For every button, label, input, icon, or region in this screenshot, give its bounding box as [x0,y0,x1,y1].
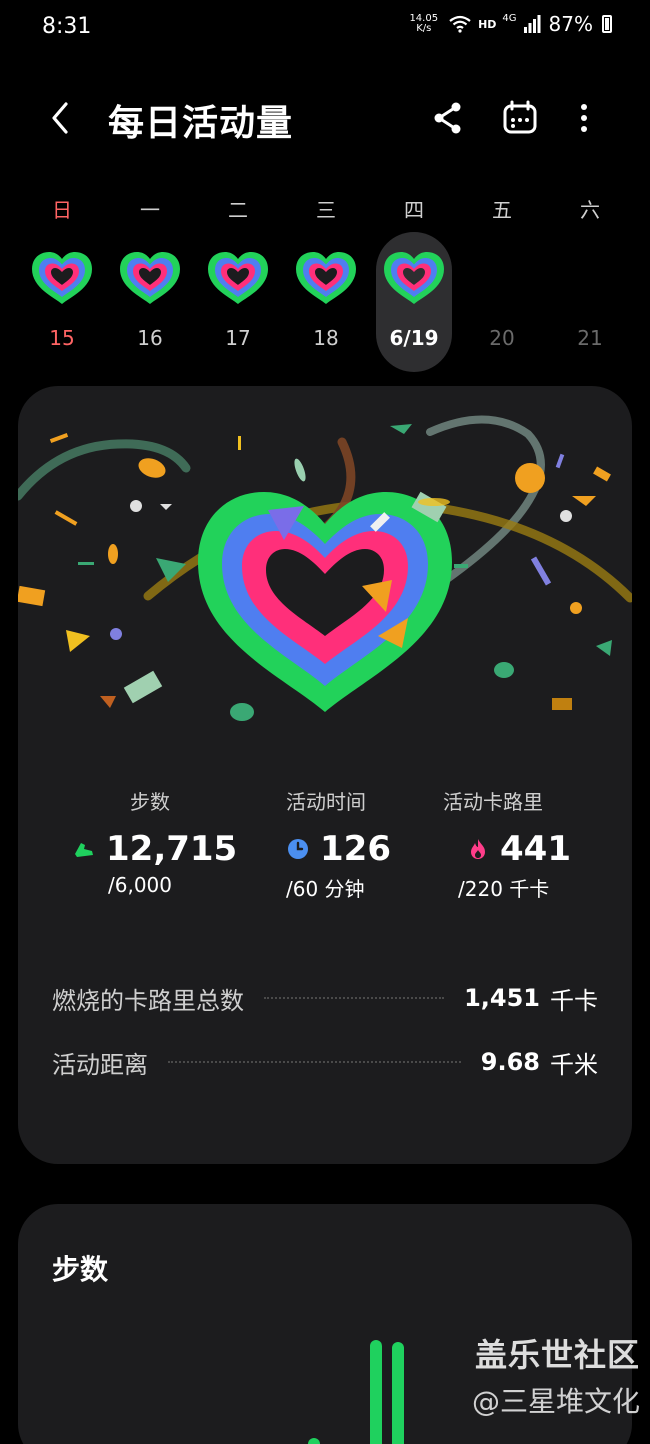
day-wednesday[interactable]: 三 18 [284,186,368,372]
active-time-goal: /60 分钟 [286,877,365,901]
day-number: 16 [137,326,163,350]
more-icon [581,104,587,132]
activity-card: 步数 12,715 /6,000 活动时间 126 /60 分钟 活动卡路里 4… [18,386,632,1164]
weekday-label: 五 [492,198,512,222]
steps-bar [370,1340,382,1444]
weekday-label: 三 [316,198,336,222]
day-tuesday[interactable]: 二 17 [196,186,280,372]
hd-badge: HD [478,17,497,31]
active-calories-goal: /220 千卡 [458,877,550,901]
flame-icon [471,839,485,859]
total-calories-unit: 千卡 [550,986,598,1015]
active-calories-value: 441 [500,829,571,869]
network-type: 4G [502,12,517,24]
distance-row: 活动距离 9.68 千米 [52,1042,598,1082]
app-header: 每日活动量 [0,80,650,160]
back-icon [52,102,68,134]
steps-goal: /6,000 [108,873,172,897]
clock-icon [288,839,308,859]
distance-value: 9.68 [480,1048,540,1076]
status-time: 8:31 [42,14,92,39]
activity-metrics: 步数 12,715 /6,000 活动时间 126 /60 分钟 活动卡路里 4… [18,786,632,926]
battery-percent: 87% [548,12,593,36]
day-number: 21 [577,326,603,350]
day-number: 6/19 [389,326,439,350]
watermark-line1: 盖乐世社区 [474,1336,640,1374]
heart-icon [208,252,268,304]
celebration-illustration [18,415,632,721]
day-sunday[interactable]: 日 15 [20,186,104,372]
steps-bar [308,1438,320,1444]
watermark: 盖乐世社区 @三星堆文化 [440,1330,640,1420]
heart-icon [384,252,444,304]
page-title: 每日活动量 [108,103,294,144]
week-strip: 日 15 一 16 二 17 三 18 四 6/19 五 20 六 21 [18,186,632,376]
wifi-icon [449,15,471,33]
steps-bar [392,1342,404,1444]
status-bar: 8:31 14.05 K/s HD 4G 87% [0,0,650,56]
day-monday[interactable]: 一 16 [108,186,192,372]
heart-icon [296,252,356,304]
total-calories-label: 燃烧的卡路里总数 [52,986,244,1015]
active-calories-metric[interactable]: 活动卡路里 441 /220 千卡 [443,786,632,902]
shoe-icon [75,843,93,857]
dotted-leader [168,1061,461,1063]
distance-label: 活动距离 [52,1050,148,1079]
day-number: 15 [49,326,75,350]
day-friday[interactable]: 五 20 [460,186,544,372]
watermark-line2: @三星堆文化 [471,1385,640,1418]
battery-icon [602,15,612,33]
steps-card-title: 步数 [52,1253,109,1286]
weekday-label: 六 [580,198,600,222]
heart-icon [32,252,92,304]
heart-icon [120,252,180,304]
active-time-value: 126 [320,829,391,869]
weekday-label: 二 [228,198,248,222]
weekday-label: 日 [52,198,72,222]
total-calories-row: 燃烧的卡路里总数 1,451 千卡 [52,978,598,1018]
day-saturday[interactable]: 六 21 [548,186,632,372]
day-number: 18 [313,326,339,350]
weekday-label: 四 [404,198,424,222]
weekday-label: 一 [140,198,160,222]
day-thursday-selected[interactable]: 四 6/19 [372,186,456,372]
total-calories-value: 1,451 [464,984,540,1012]
calendar-button[interactable] [498,96,542,140]
day-number: 20 [489,326,515,350]
signal-icon [523,15,541,33]
calendar-icon [503,100,537,134]
active-calories-label: 活动卡路里 [443,790,543,814]
network-speed-unit: K/s [416,23,432,34]
status-icons: 14.05 K/s HD 4G 87% [409,12,612,36]
network-speed: 14.05 K/s [409,14,438,34]
back-button[interactable] [40,96,84,140]
steps-value: 12,715 [106,829,238,869]
share-button[interactable] [426,96,470,140]
dotted-leader [264,997,445,999]
more-options-button[interactable] [562,96,606,140]
distance-unit: 千米 [550,1050,598,1079]
share-icon [434,102,461,134]
day-number: 17 [225,326,251,350]
